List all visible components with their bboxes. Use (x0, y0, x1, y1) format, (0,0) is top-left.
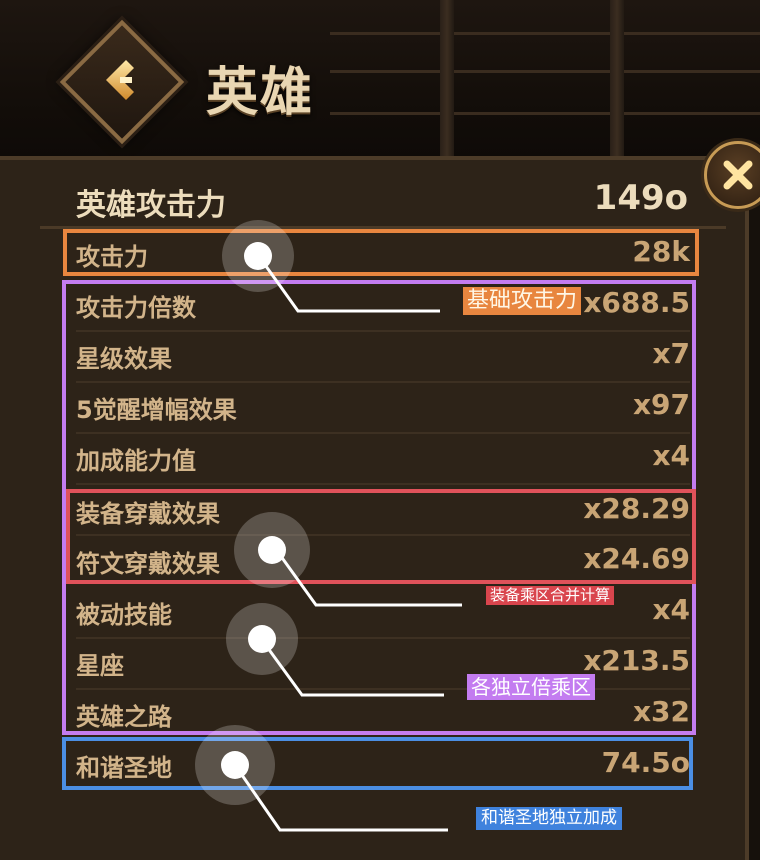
callout-lines (233, 254, 462, 832)
annotation-equipment-combined: 装备乘区合并计算 (486, 586, 615, 605)
marker-dot (195, 725, 275, 805)
marker-dot (226, 603, 298, 675)
marker-dot (222, 220, 294, 292)
annotation-harmony-sanctuary: 和谐圣地独立加成 (476, 807, 622, 830)
annotation-base-attack: 基础攻击力 (463, 287, 582, 315)
marker-dot (234, 512, 310, 588)
annotation-independent-multipliers: 各独立倍乘区 (467, 674, 595, 700)
